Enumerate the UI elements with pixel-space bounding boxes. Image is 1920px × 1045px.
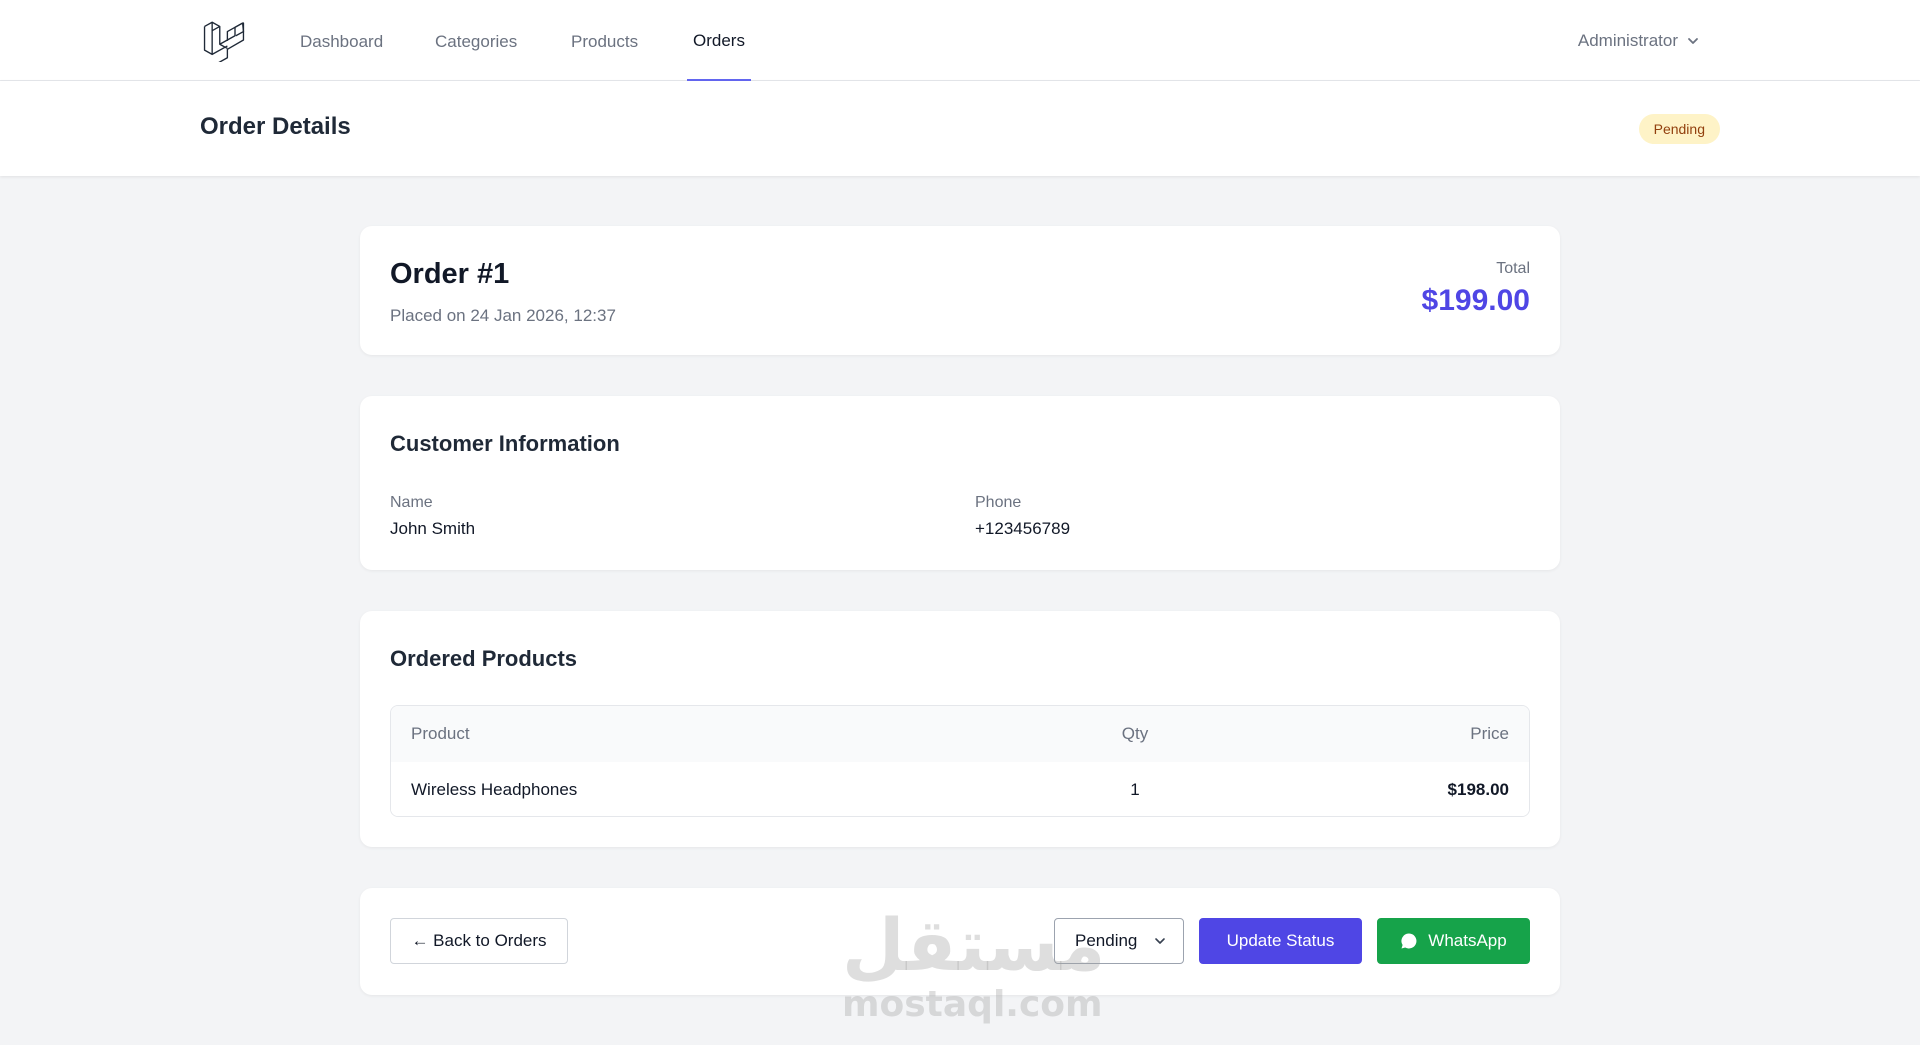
actions-card: ← Back to Orders Pending Update Status W… bbox=[360, 888, 1560, 995]
whatsapp-button[interactable]: WhatsApp bbox=[1377, 918, 1530, 964]
total-label: Total bbox=[1496, 260, 1530, 277]
top-navigation: Dashboard Categories Products Orders Adm… bbox=[0, 0, 1920, 81]
column-header-qty: Qty bbox=[1121, 724, 1149, 743]
page-title: Order Details bbox=[200, 113, 351, 140]
customer-phone: +123456789 bbox=[975, 519, 1071, 538]
table-row: Wireless Headphones 1 $198.00 bbox=[391, 762, 1529, 816]
ordered-products-card: Ordered Products Product Qty Price Wirel… bbox=[360, 611, 1560, 847]
chevron-down-icon bbox=[1155, 938, 1165, 944]
whatsapp-label: WhatsApp bbox=[1428, 931, 1507, 950]
table-header: Product Qty Price bbox=[391, 706, 1529, 762]
nav-dashboard[interactable]: Dashboard bbox=[300, 0, 383, 81]
products-table: Product Qty Price Wireless Headphones 1 … bbox=[390, 705, 1530, 817]
column-header-price: Price bbox=[1470, 724, 1509, 743]
page-header: Order Details Pending bbox=[0, 81, 1920, 176]
cell-product: Wireless Headphones bbox=[411, 780, 578, 799]
total-value: $199.00 bbox=[1421, 284, 1530, 317]
customer-section-title: Customer Information bbox=[390, 431, 620, 456]
nav-categories[interactable]: Categories bbox=[435, 0, 517, 81]
order-date: Placed on 24 Jan 2026, 12:37 bbox=[390, 306, 616, 325]
back-to-orders-button[interactable]: ← Back to Orders bbox=[390, 918, 568, 964]
update-status-button[interactable]: Update Status bbox=[1199, 918, 1362, 964]
customer-name: John Smith bbox=[390, 519, 476, 538]
whatsapp-icon bbox=[1401, 933, 1417, 949]
nav-orders[interactable]: Orders bbox=[687, 0, 751, 81]
status-badge: Pending bbox=[1638, 114, 1720, 144]
cell-price: $198.00 bbox=[1447, 780, 1509, 799]
chevron-down-icon bbox=[1688, 37, 1698, 44]
laravel-logo-icon[interactable] bbox=[202, 18, 246, 62]
customer-information-card: Customer Information Name John Smith Pho… bbox=[360, 396, 1560, 570]
order-title: Order #1 bbox=[390, 258, 510, 290]
order-summary-card: Order #1 Placed on 24 Jan 2026, 12:37 To… bbox=[360, 226, 1560, 355]
column-header-product: Product bbox=[411, 724, 470, 743]
nav-products[interactable]: Products bbox=[571, 0, 638, 81]
user-menu[interactable]: Administrator bbox=[1578, 0, 1700, 81]
status-select[interactable]: Pending bbox=[1054, 918, 1184, 964]
products-section-title: Ordered Products bbox=[390, 646, 578, 671]
status-select-value: Pending bbox=[1075, 931, 1138, 950]
name-label: Name bbox=[390, 494, 433, 511]
user-name: Administrator bbox=[1577, 30, 1678, 50]
cell-qty: 1 bbox=[1130, 780, 1140, 799]
phone-label: Phone bbox=[975, 494, 1022, 511]
